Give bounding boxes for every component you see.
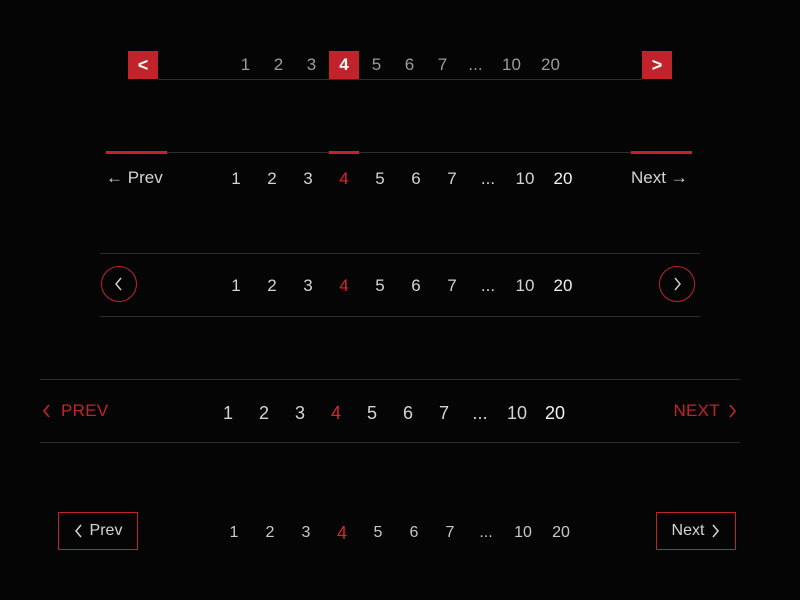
next-button[interactable]: Next → bbox=[631, 168, 688, 188]
page-number[interactable]: 2 bbox=[262, 51, 295, 79]
arrow-right-icon: → bbox=[670, 168, 688, 187]
prev-label: Prev bbox=[127, 168, 163, 187]
page-number[interactable]: 7 bbox=[434, 276, 470, 296]
page-number[interactable]: 3 bbox=[290, 169, 326, 189]
chevron-right-icon bbox=[729, 404, 737, 418]
next-button[interactable]: NEXT bbox=[673, 401, 738, 421]
next-button[interactable] bbox=[659, 266, 695, 302]
chevron-left-icon bbox=[42, 404, 50, 418]
page-number[interactable]: 10 bbox=[506, 276, 544, 296]
page-number[interactable]: 20 bbox=[544, 276, 582, 296]
page-number[interactable]: 5 bbox=[360, 51, 393, 79]
active-indicator-bar bbox=[329, 151, 359, 154]
prev-button[interactable] bbox=[101, 266, 137, 302]
prev-indicator-bar bbox=[106, 151, 167, 154]
prev-button[interactable]: Prev bbox=[58, 512, 138, 550]
page-ellipsis: ... bbox=[472, 402, 488, 423]
next-button[interactable]: Next bbox=[656, 512, 736, 550]
page-numbers: 1 2 3 4 5 6 7... 10 20 bbox=[218, 274, 582, 298]
page-number[interactable]: 3 bbox=[290, 276, 326, 296]
page-number[interactable]: 6 bbox=[390, 403, 426, 424]
page-number[interactable]: 5 bbox=[362, 276, 398, 296]
pagination-style-2: ← Prev 1 2 3 4 5 6 7... 10 20 Next → bbox=[0, 140, 800, 200]
page-numbers: 1 2 3 4 5 6 7... 10 20 bbox=[229, 51, 570, 79]
pagination-style-5: Prev 1 2 3 4 5 6 7... 10 20 Next bbox=[0, 511, 800, 553]
page-numbers: 1 2 3 4 5 6 7... 10 20 bbox=[210, 401, 574, 425]
page-number[interactable]: 1 bbox=[216, 524, 252, 542]
page-number[interactable]: 2 bbox=[254, 169, 290, 189]
page-number[interactable]: 3 bbox=[288, 524, 324, 542]
page-number[interactable]: 5 bbox=[360, 524, 396, 542]
page-numbers: 1 2 3 4 5 6 7... 10 20 bbox=[218, 167, 582, 191]
divider bbox=[40, 379, 740, 380]
page-number[interactable]: 7 bbox=[432, 524, 468, 542]
page-number-active[interactable]: 4 bbox=[324, 523, 360, 544]
chevron-right-icon bbox=[674, 277, 681, 291]
arrow-left-icon: ← bbox=[106, 168, 123, 187]
page-number[interactable]: 3 bbox=[295, 51, 328, 79]
divider bbox=[106, 152, 692, 153]
pagination-style-3: 1 2 3 4 5 6 7... 10 20 bbox=[0, 253, 800, 317]
pagination-style-1: < 1 2 3 4 5 6 7... 10 20 > bbox=[0, 48, 800, 84]
next-button[interactable]: > bbox=[642, 51, 672, 79]
page-ellipsis: ... bbox=[479, 524, 493, 541]
divider bbox=[158, 79, 642, 80]
prev-button[interactable]: ← Prev bbox=[106, 168, 163, 188]
page-number[interactable]: 2 bbox=[254, 276, 290, 296]
page-number-active[interactable]: 4 bbox=[326, 169, 362, 189]
chevron-right-icon bbox=[712, 524, 720, 538]
page-number[interactable]: 2 bbox=[252, 524, 288, 542]
pagination-style-4: PREV 1 2 3 4 5 6 7... 10 20 NEXT bbox=[0, 379, 800, 443]
page-number[interactable]: 7 bbox=[426, 403, 462, 424]
page-number[interactable]: 7 bbox=[434, 169, 470, 189]
prev-label: PREV bbox=[61, 401, 109, 420]
page-number[interactable]: 1 bbox=[218, 169, 254, 189]
page-number[interactable]: 20 bbox=[542, 524, 580, 542]
page-number-active[interactable]: 4 bbox=[329, 51, 359, 79]
next-indicator-bar bbox=[631, 151, 692, 154]
page-number-active[interactable]: 4 bbox=[318, 403, 354, 424]
divider bbox=[100, 253, 700, 254]
page-number[interactable]: 10 bbox=[498, 403, 536, 424]
page-number[interactable]: 5 bbox=[362, 169, 398, 189]
page-ellipsis: ... bbox=[480, 276, 496, 295]
page-number[interactable]: 10 bbox=[506, 169, 544, 189]
page-number[interactable]: 20 bbox=[531, 51, 570, 79]
page-number[interactable]: 6 bbox=[393, 51, 426, 79]
page-number[interactable]: 5 bbox=[354, 403, 390, 424]
page-number[interactable]: 20 bbox=[536, 403, 574, 424]
page-number[interactable]: 3 bbox=[282, 403, 318, 424]
page-number[interactable]: 2 bbox=[246, 403, 282, 424]
page-number[interactable]: 20 bbox=[544, 169, 582, 189]
next-label: Next bbox=[671, 522, 705, 539]
page-number[interactable]: 6 bbox=[398, 276, 434, 296]
page-number[interactable]: 1 bbox=[229, 51, 262, 79]
page-number[interactable]: 1 bbox=[218, 276, 254, 296]
page-number[interactable]: 1 bbox=[210, 403, 246, 424]
page-number[interactable]: 10 bbox=[492, 51, 531, 79]
page-ellipsis: ... bbox=[468, 55, 483, 74]
chevron-left-icon bbox=[115, 277, 122, 291]
page-number[interactable]: 7 bbox=[426, 51, 459, 79]
page-number-active[interactable]: 4 bbox=[326, 276, 362, 296]
page-number[interactable]: 6 bbox=[396, 524, 432, 542]
page-number[interactable]: 10 bbox=[504, 524, 542, 542]
prev-label: Prev bbox=[89, 522, 123, 539]
divider bbox=[40, 442, 740, 443]
divider bbox=[100, 316, 700, 317]
page-ellipsis: ... bbox=[480, 169, 496, 188]
page-number[interactable]: 6 bbox=[398, 169, 434, 189]
next-label: Next bbox=[631, 168, 666, 187]
next-label: NEXT bbox=[673, 401, 720, 420]
page-numbers: 1 2 3 4 5 6 7... 10 20 bbox=[216, 521, 580, 545]
prev-button[interactable]: < bbox=[128, 51, 158, 79]
chevron-left-icon bbox=[74, 524, 82, 538]
prev-button[interactable]: PREV bbox=[41, 401, 109, 421]
